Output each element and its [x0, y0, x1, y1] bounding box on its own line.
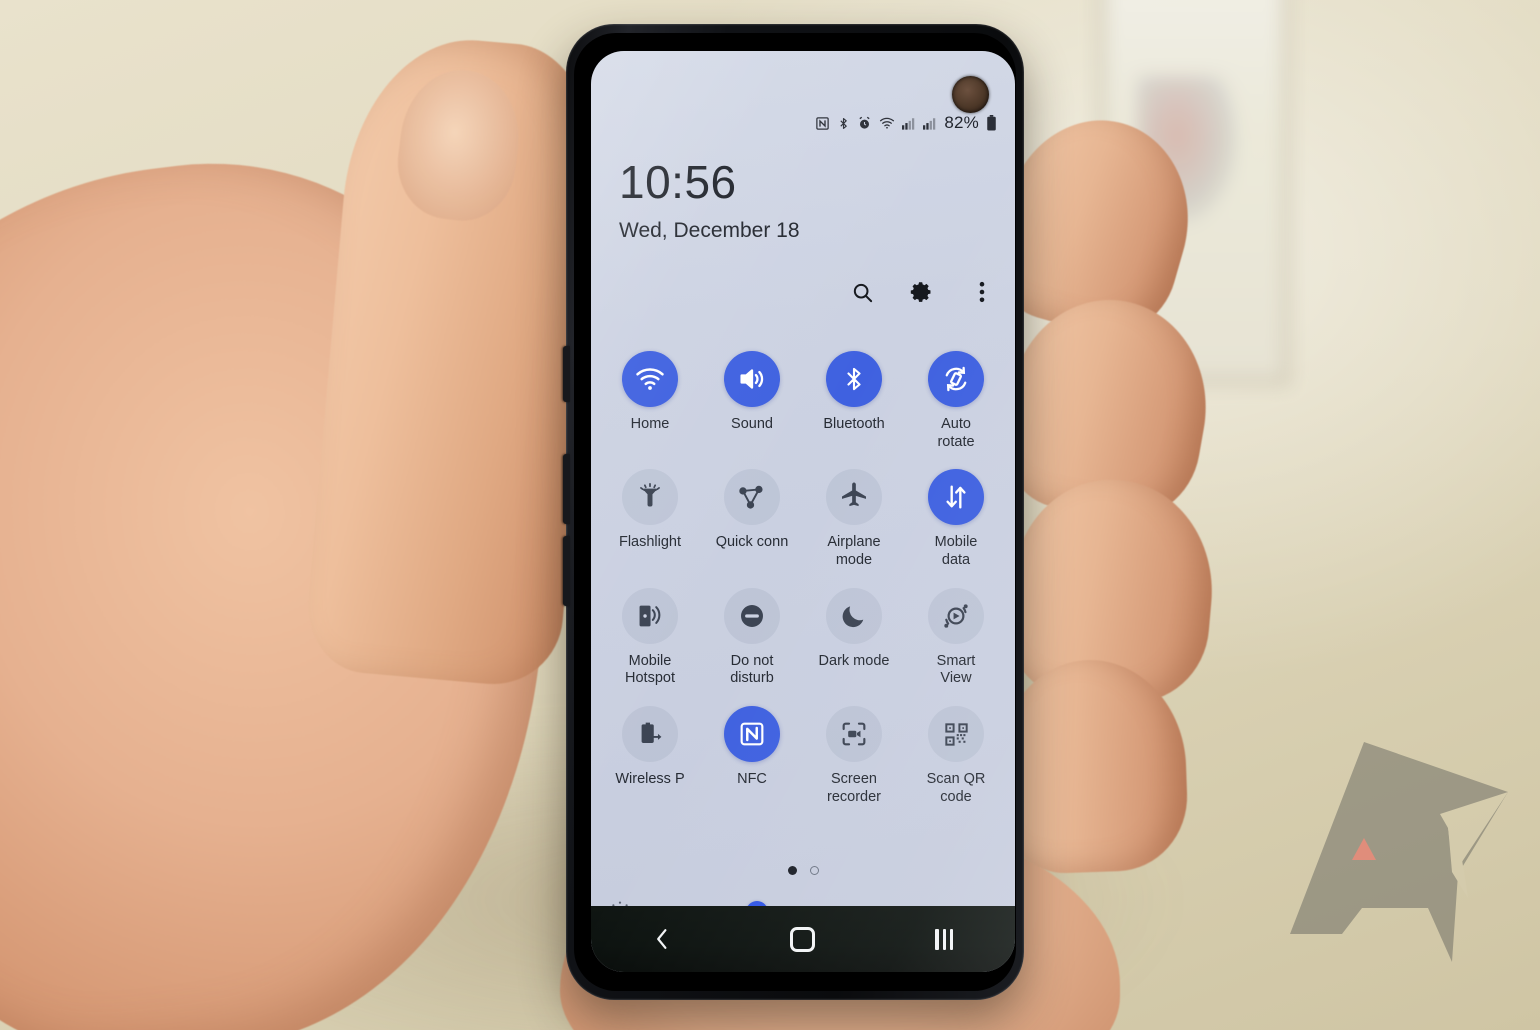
toggle-label: Mobile data	[934, 534, 978, 569]
search-icon[interactable]	[849, 279, 875, 305]
panel-action-row	[849, 279, 995, 305]
do-not-disturb-icon	[724, 587, 780, 644]
toggle-label: Mobile Hotspot	[625, 652, 675, 687]
phone-bezel: 82% 10:56 Wed, December 18 Home Sound Bl…	[574, 33, 1016, 991]
status-bar: 82%	[815, 113, 997, 133]
page-dot-2[interactable]	[809, 866, 819, 875]
flashlight-icon	[622, 469, 678, 526]
clock-block: 10:56 Wed, December 18	[619, 159, 800, 243]
nav-home-button[interactable]	[776, 919, 830, 959]
toggle-mobile-data[interactable]: Mobile data	[905, 469, 1007, 569]
toggle-label: Screen recorder	[827, 771, 881, 805]
toggle-label: Auto rotate	[937, 416, 975, 450]
toggle-label: Flashlight	[618, 534, 682, 551]
volume-down-button[interactable]	[563, 536, 570, 606]
airplane-icon	[826, 469, 882, 526]
phone-screen: 82% 10:56 Wed, December 18 Home Sound Bl…	[591, 51, 1015, 972]
toggle-quick-connect[interactable]: Quick conn	[701, 469, 803, 569]
toggle-label: Do not disturb	[730, 652, 774, 687]
nfc-icon	[724, 706, 780, 763]
toggle-label: Smart View	[936, 652, 976, 687]
quick-connect-icon	[724, 469, 780, 526]
toggle-label: Scan QR code	[926, 771, 986, 805]
toggle-home[interactable]: Home	[599, 351, 701, 451]
toggle-screen-recorder[interactable]: Screen recorder	[803, 706, 905, 806]
mobile-data-icon	[928, 469, 984, 526]
bluetooth-icon	[826, 351, 882, 407]
wifi-icon	[879, 116, 895, 130]
android-police-logo	[1262, 722, 1512, 984]
page-dot-1[interactable]	[787, 866, 797, 875]
smart-view-icon	[928, 587, 984, 644]
toggle-dark-mode[interactable]: Dark mode	[803, 587, 905, 688]
battery-percentage: 82%	[944, 113, 979, 132]
navigation-bar	[591, 906, 1015, 972]
toggle-scan-qr-code[interactable]: Scan QR code	[905, 706, 1007, 806]
nav-recents-button[interactable]	[917, 919, 971, 959]
nav-back-button[interactable]	[635, 919, 689, 959]
screen-recorder-icon	[826, 706, 882, 763]
wireless-powershare-icon	[622, 706, 678, 763]
bluetooth-icon	[837, 116, 850, 131]
alarm-icon	[857, 116, 872, 131]
overflow-menu-icon[interactable]	[969, 279, 995, 305]
battery-icon	[986, 115, 997, 131]
signal-sim1-icon	[902, 117, 916, 130]
toggle-mobile-hotspot[interactable]: Mobile Hotspot	[599, 587, 701, 688]
photo-scene: 82% 10:56 Wed, December 18 Home Sound Bl…	[0, 0, 1540, 1030]
toggle-label: Bluetooth	[823, 416, 885, 432]
hotspot-icon	[622, 587, 678, 644]
toggle-wireless-powershare[interactable]: Wireless P	[599, 706, 701, 806]
wifi-icon	[622, 351, 678, 407]
auto-rotate-icon	[928, 351, 984, 407]
toggle-label: Sound	[731, 416, 773, 432]
front-camera-punch-hole	[952, 76, 989, 113]
qr-code-icon	[928, 706, 984, 763]
recents-bars-icon	[935, 928, 954, 950]
power-button[interactable]	[563, 346, 570, 402]
toggle-label: Home	[630, 416, 670, 432]
toggle-label: Dark mode	[818, 652, 890, 669]
toggle-smart-view[interactable]: Smart View	[905, 587, 1007, 688]
nfc-icon	[815, 116, 830, 131]
phone-device: 82% 10:56 Wed, December 18 Home Sound Bl…	[563, 24, 1024, 1000]
toggle-do-not-disturb[interactable]: Do not disturb	[701, 587, 803, 688]
toggle-label: Wireless P	[615, 771, 685, 788]
toggle-bluetooth[interactable]: Bluetooth	[803, 351, 905, 451]
toggle-label: NFC	[737, 771, 767, 788]
toggle-flashlight[interactable]: Flashlight	[599, 469, 701, 569]
toggle-sound[interactable]: Sound	[701, 351, 803, 451]
clock-time: 10:56	[619, 156, 737, 208]
toggle-nfc[interactable]: NFC	[701, 706, 803, 806]
page-indicator	[591, 866, 1015, 875]
volume-up-button[interactable]	[563, 454, 570, 524]
gear-icon[interactable]	[909, 279, 935, 305]
toggle-label: Quick conn	[715, 534, 789, 551]
home-circle-icon	[790, 926, 816, 952]
dark-mode-icon	[826, 587, 882, 644]
toggle-auto-rotate[interactable]: Auto rotate	[905, 351, 1007, 451]
toggle-label: Airplane mode	[827, 534, 881, 569]
quick-settings-grid: Home Sound Bluetooth Auto rotate Flashli…	[599, 351, 1007, 807]
signal-sim2-icon	[923, 117, 937, 130]
sound-icon	[724, 351, 780, 407]
toggle-airplane-mode[interactable]: Airplane mode	[803, 469, 905, 569]
clock-date: Wed, December 18	[619, 219, 800, 242]
